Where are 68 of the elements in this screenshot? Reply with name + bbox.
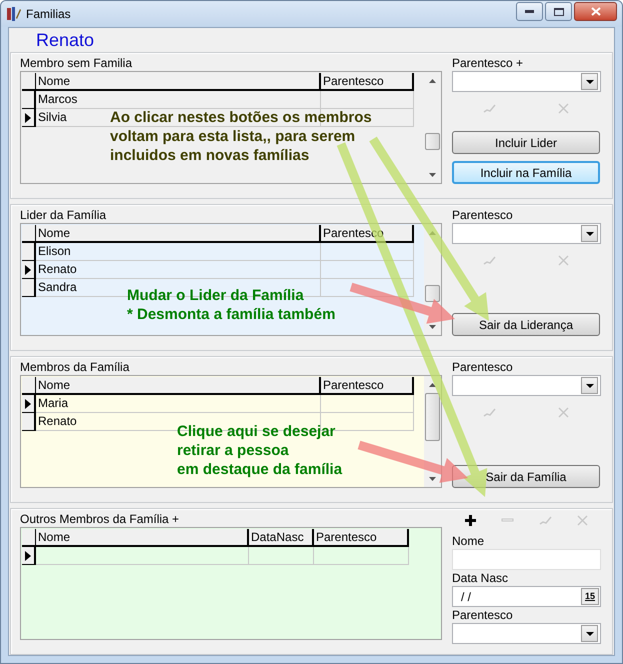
panel-title: Outros Membros da Família + — [20, 512, 180, 527]
minimize-button[interactable] — [516, 2, 543, 21]
annotation-text: Mudar o Lider da Família * Desmonta a família também — [127, 286, 336, 324]
field-label: Parentesco — [452, 208, 514, 223]
dropdown-button[interactable] — [581, 73, 598, 90]
row-header[interactable] — [22, 395, 36, 413]
field-label: Parentesco — [452, 608, 514, 623]
table-cell: Elison — [38, 243, 71, 260]
scroll-thumb[interactable] — [425, 393, 440, 441]
maximize-button[interactable] — [545, 2, 572, 21]
table-cell: Maria — [38, 395, 68, 412]
field-label: Nome — [452, 534, 486, 549]
caret-icon — [586, 80, 594, 84]
scroll-down-icon[interactable] — [429, 172, 436, 176]
table-cell: Renato — [38, 413, 77, 430]
row-header[interactable] — [22, 547, 36, 565]
app-icon — [6, 6, 22, 22]
action-button[interactable]: Incluir na Família — [452, 161, 600, 184]
scroll-up-icon[interactable] — [429, 78, 436, 82]
column-header: DataNasc — [249, 529, 314, 545]
dropdown-button[interactable] — [581, 625, 598, 642]
date-field[interactable]: / / 15 — [452, 586, 601, 607]
panel-title: Membro sem Familia — [20, 56, 134, 71]
field-label: Parentesco — [452, 360, 514, 375]
minimize-icon — [525, 10, 534, 13]
dropdown-button[interactable] — [581, 377, 598, 394]
person-name: Renato — [36, 28, 94, 52]
date-value: / / — [461, 588, 472, 606]
column-header: Nome — [36, 73, 321, 89]
field-label: Data Nasc — [452, 571, 510, 586]
close-button[interactable] — [574, 2, 617, 21]
scroll-thumb[interactable] — [425, 285, 440, 302]
column-header: Parentesco — [321, 73, 414, 89]
column-header: Nome — [36, 225, 321, 241]
column-header: Nome — [36, 377, 321, 393]
annotation-text: Ao clicar nestes botões os membros voltam para esta lista,, para serem incluidos em novas famílias — [110, 108, 372, 165]
plus-icon[interactable] — [464, 514, 478, 526]
panel-title: Lider da Família — [20, 208, 108, 223]
caret-icon — [586, 632, 594, 636]
field-label: Parentesco + — [452, 56, 524, 71]
text-field[interactable] — [452, 549, 601, 570]
dropdown-button[interactable] — [581, 225, 598, 242]
row-header[interactable] — [22, 109, 36, 127]
window-title: Familias — [26, 6, 71, 23]
row-header[interactable] — [22, 261, 36, 279]
column-header: Parentesco — [314, 529, 409, 545]
calendar-button[interactable]: 15 — [581, 588, 599, 605]
action-button[interactable]: Incluir Lider — [452, 131, 600, 154]
scroll-down-icon[interactable] — [429, 476, 436, 480]
action-button[interactable]: Sair da Liderança — [452, 313, 600, 336]
caret-icon — [586, 384, 594, 388]
scroll-up-icon[interactable] — [429, 382, 436, 386]
table-cell: Renato — [38, 261, 77, 278]
caret-icon — [586, 232, 594, 236]
column-header: Parentesco — [321, 377, 414, 393]
table-cell: Sandra — [38, 279, 77, 296]
close-icon — [590, 7, 600, 16]
restore-icon — [554, 8, 564, 16]
table-cell: Silvia — [38, 109, 67, 126]
row-header[interactable] — [22, 91, 36, 109]
scroll-thumb[interactable] — [425, 133, 440, 150]
row-header[interactable] — [22, 243, 36, 261]
row-header[interactable] — [22, 279, 36, 297]
annotation-text: Clique aqui se desejar retirar a pessoa em destaque da família — [177, 422, 342, 479]
panel-title: Membros da Família — [20, 360, 130, 375]
column-header: Nome — [36, 529, 249, 545]
row-header[interactable] — [22, 413, 36, 431]
table-cell: Marcos — [38, 91, 78, 108]
